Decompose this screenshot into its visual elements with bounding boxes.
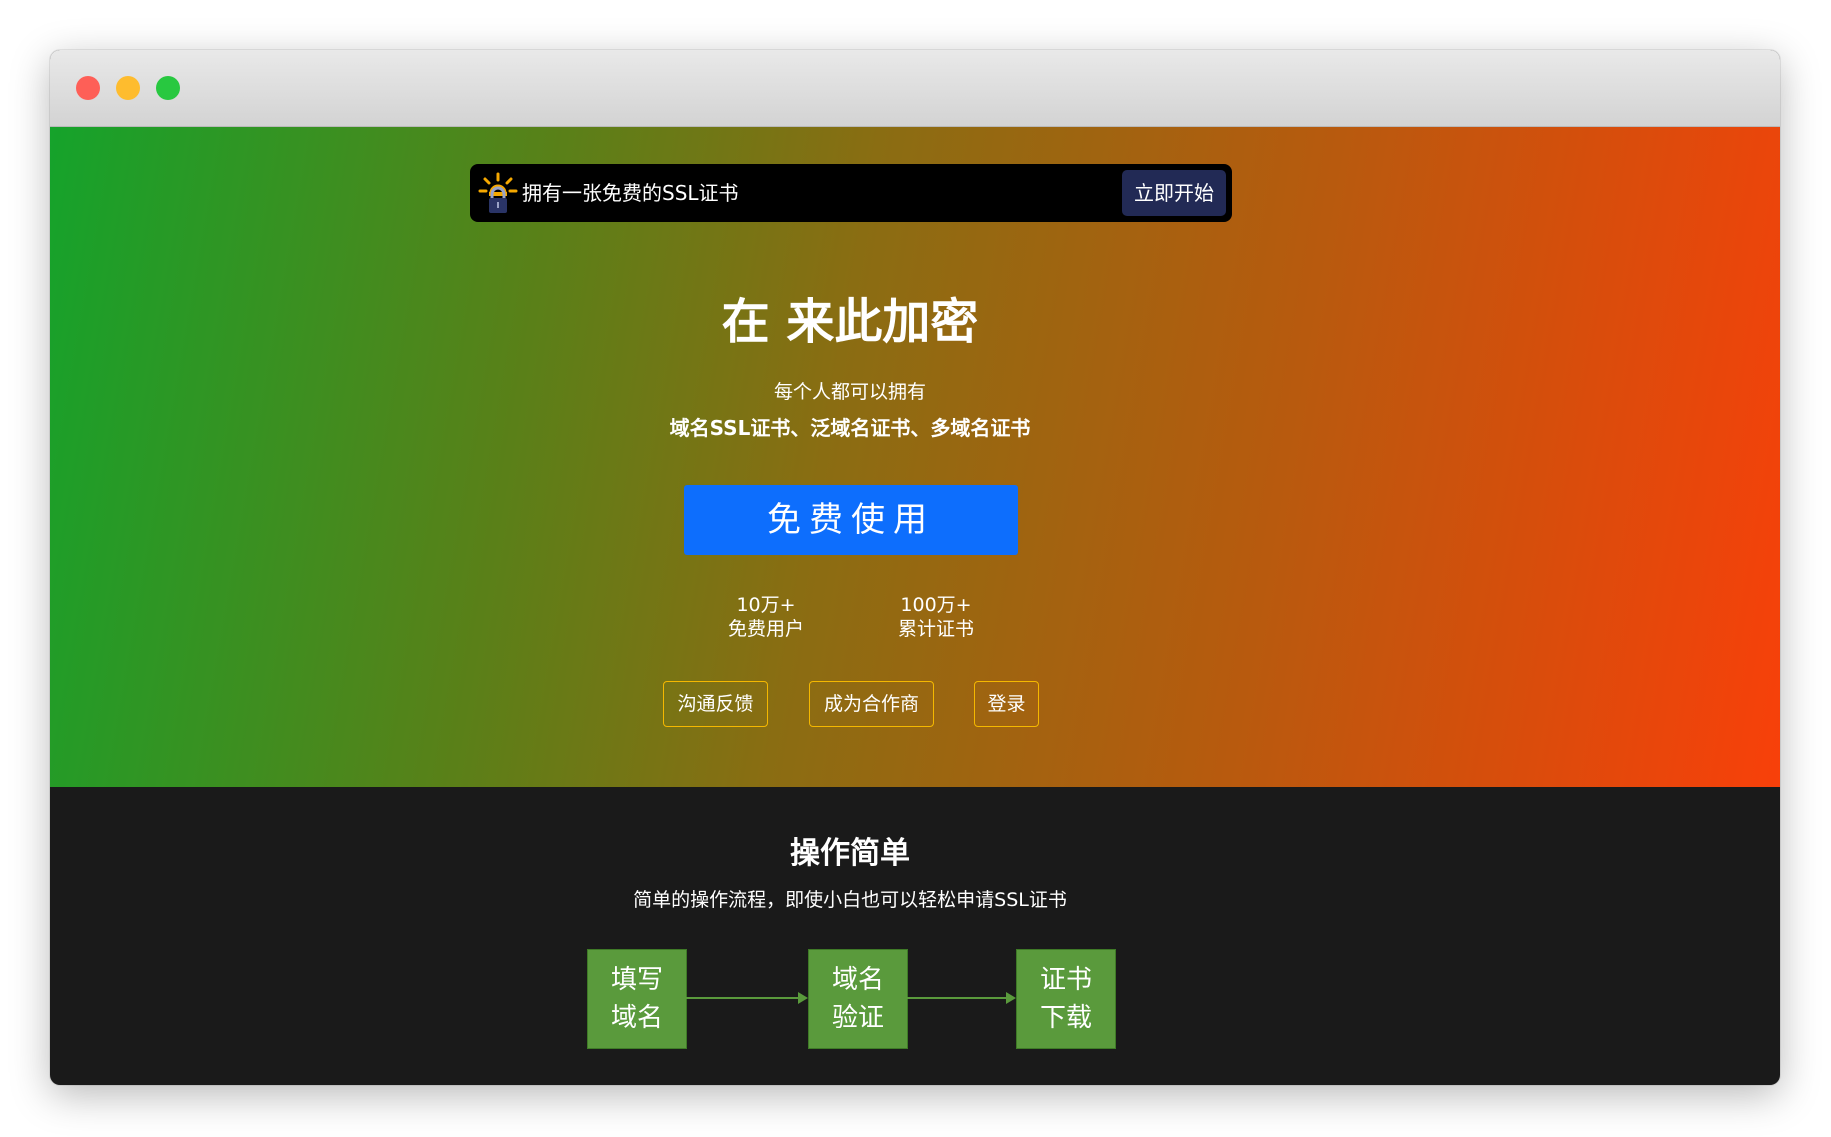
step-line: 证书 (1039, 965, 1092, 995)
section-title: 操作简单 (790, 836, 910, 871)
arrow-right-icon (686, 992, 808, 1004)
sun-lock-icon (478, 172, 518, 216)
step-domain-verify: 域名 验证 (808, 949, 908, 1049)
step-certificate-download: 证书 下载 (1016, 949, 1116, 1049)
hero-section: 拥有一张免费的SSL证书 立即开始 在 来此加密 每个人都可以拥有 域名SSL证… (50, 127, 1780, 787)
stat-value: 10万+ (736, 594, 796, 616)
minimize-window-button[interactable] (116, 76, 140, 100)
step-line: 填写 (610, 965, 663, 995)
stat-certificates: 100万+ 累计证书 (876, 593, 996, 641)
maximize-window-button[interactable] (156, 76, 180, 100)
hero-title: 在 来此加密 (721, 294, 979, 350)
free-use-button[interactable]: 免费使用 (684, 485, 1018, 555)
step-line: 域名 (831, 965, 884, 995)
promo-bar: 拥有一张免费的SSL证书 立即开始 (470, 164, 1232, 222)
hero-subtitle: 每个人都可以拥有 (773, 381, 926, 403)
browser-window: 拥有一张免费的SSL证书 立即开始 在 来此加密 每个人都可以拥有 域名SSL证… (50, 50, 1780, 1085)
login-button[interactable]: 登录 (974, 681, 1039, 727)
hero-highlight: 域名SSL证书、泛域名证书、多域名证书 (669, 416, 1031, 440)
arrow-right-icon (907, 992, 1016, 1004)
feedback-button[interactable]: 沟通反馈 (663, 681, 768, 727)
step-line: 域名 (610, 1003, 663, 1033)
promo-text: 拥有一张免费的SSL证书 (522, 181, 739, 205)
section-subtitle: 简单的操作流程，即使小白也可以轻松申请SSL证书 (633, 889, 1067, 911)
stat-label: 累计证书 (897, 618, 974, 640)
stat-value: 100万+ (900, 594, 972, 616)
step-line: 下载 (1039, 1003, 1092, 1033)
step-line: 验证 (831, 1003, 884, 1033)
stat-users: 10万+ 免费用户 (706, 593, 826, 641)
step-fill-domain: 填写 域名 (587, 949, 687, 1049)
close-window-button[interactable] (76, 76, 100, 100)
title-bar (50, 50, 1780, 127)
become-partner-button[interactable]: 成为合作商 (809, 681, 934, 727)
stat-label: 免费用户 (727, 618, 804, 640)
start-now-button[interactable]: 立即开始 (1122, 170, 1226, 216)
